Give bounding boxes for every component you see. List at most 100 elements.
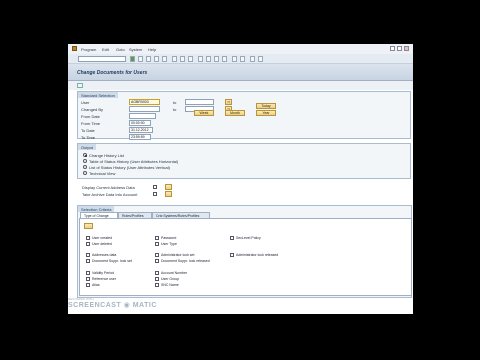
from-date-label: From Date [81, 114, 100, 119]
help-icon[interactable] [250, 56, 255, 62]
criteria-checkbox[interactable] [155, 271, 159, 275]
criteria-checkbox[interactable] [86, 259, 90, 263]
criteria-checkbox[interactable] [155, 259, 159, 263]
display-address-checkbox[interactable] [153, 185, 157, 189]
criteria-label: User Group [161, 277, 180, 281]
sap-menu-icon[interactable] [72, 46, 77, 51]
maximize-icon[interactable] [397, 46, 402, 51]
criteria-checkbox[interactable] [155, 277, 159, 281]
change-history-list-label: Change History List [89, 153, 124, 158]
table-status-history-radio[interactable] [83, 159, 87, 163]
menu-edit[interactable]: Edit [102, 47, 109, 52]
from-date-field[interactable] [129, 113, 156, 119]
week-button[interactable]: Week [194, 110, 214, 116]
criteria-label: Validity Period [92, 271, 115, 275]
to-time-field[interactable]: 23:59:59 [129, 134, 151, 140]
sap-window: Program Edit Goto System Help Change Doc… [68, 44, 413, 314]
type-of-change-panel: User created User deleted Addresses data… [79, 218, 412, 296]
minimize-icon[interactable] [390, 46, 395, 51]
page-title: Change Documents for Users [77, 70, 148, 76]
user-to-field[interactable] [185, 99, 214, 105]
criteria-checkbox[interactable] [86, 271, 90, 275]
table-status-history-label: Table of Status History (User Attributes… [89, 159, 179, 164]
changed-by-to-label: to [173, 107, 177, 112]
execute-icon[interactable] [77, 83, 83, 88]
standard-selection-group: Standard Selection User AGBR0003 to ⇒ Ch… [77, 91, 411, 140]
menu-help[interactable]: Help [148, 47, 156, 52]
display-address-info-button[interactable] [165, 184, 172, 190]
month-button[interactable]: Month [225, 110, 245, 116]
previous-page-icon[interactable] [206, 56, 211, 62]
criteria-checkbox[interactable] [155, 236, 159, 240]
from-time-field[interactable]: 00:00:00 [129, 120, 151, 126]
change-history-list-radio[interactable] [83, 153, 87, 157]
criteria-checkbox[interactable] [230, 253, 234, 257]
layout-icon[interactable] [258, 56, 263, 62]
criteria-label: User Type [161, 242, 177, 246]
criteria-checkbox[interactable] [155, 283, 159, 287]
new-session-icon[interactable] [232, 56, 237, 62]
technical-view-radio[interactable] [83, 171, 87, 175]
criteria-checkbox[interactable] [86, 283, 90, 287]
take-archive-info-button[interactable] [165, 191, 172, 197]
screencast-watermark: RECORDED WITH SCREENCAST ◉ MATIC [68, 297, 157, 309]
criteria-checkbox[interactable] [86, 277, 90, 281]
title-bar: Change Documents for Users [68, 64, 413, 81]
criteria-label: Administrator lock set [161, 253, 195, 257]
user-label: User [81, 100, 90, 105]
list-status-history-radio[interactable] [83, 165, 87, 169]
exit-icon[interactable] [154, 56, 159, 62]
display-address-label: Display Current Address Data [82, 185, 135, 190]
changed-by-field[interactable] [129, 106, 160, 112]
to-date-label: To Date [81, 128, 95, 133]
next-page-icon[interactable] [214, 56, 219, 62]
close-icon[interactable] [404, 46, 409, 51]
application-toolbar [68, 81, 413, 90]
criteria-label: SNC Name [161, 283, 179, 287]
user-multiple-selection-button[interactable]: ⇒ [225, 99, 232, 105]
print-icon[interactable] [172, 56, 177, 62]
output-group: Output Change History List Table of Stat… [77, 143, 411, 179]
criteria-checkbox[interactable] [155, 253, 159, 257]
shortcut-icon[interactable] [240, 56, 245, 62]
criteria-label: User deleted [92, 242, 112, 246]
criteria-checkbox[interactable] [155, 242, 159, 246]
cancel-icon[interactable] [162, 56, 167, 62]
find-next-icon[interactable] [188, 56, 193, 62]
criteria-checkbox[interactable] [86, 242, 90, 246]
list-status-history-label: List of Status History (User Attributes … [89, 165, 170, 170]
select-all-button[interactable] [84, 223, 93, 229]
enter-icon[interactable] [130, 56, 135, 62]
back-icon[interactable] [146, 56, 151, 62]
menu-goto[interactable]: Goto [116, 47, 125, 52]
command-field[interactable] [78, 56, 126, 62]
criteria-label: Account Number [161, 271, 188, 275]
last-page-icon[interactable] [222, 56, 227, 62]
criteria-label: Alias [92, 283, 100, 287]
criteria-checkbox[interactable] [86, 253, 90, 257]
criteria-label: Password [161, 236, 177, 240]
menu-program[interactable]: Program [81, 47, 96, 52]
criteria-label: Document Suppr. lock released [161, 259, 210, 263]
from-time-label: From Time [81, 121, 101, 126]
standard-selection-title: Standard Selection [78, 92, 118, 98]
to-date-field[interactable]: 31.12.2012 [129, 127, 153, 133]
criteria-label: User created [92, 236, 113, 240]
criteria-checkbox[interactable] [230, 236, 234, 240]
criteria-label: Addresses data [92, 253, 117, 257]
find-icon[interactable] [180, 56, 185, 62]
criteria-checkbox[interactable] [86, 236, 90, 240]
menu-system[interactable]: System [129, 47, 142, 52]
system-toolbar [68, 54, 413, 64]
today-button[interactable]: Today [256, 103, 276, 109]
technical-view-label: Technical View [89, 171, 116, 176]
take-archive-label: Take Archive Data Into Account [82, 192, 138, 197]
watermark-logo-text: SCREENCAST ◉ MATIC [68, 302, 157, 309]
take-archive-checkbox[interactable] [153, 192, 157, 196]
year-button[interactable]: Year [256, 110, 276, 116]
first-page-icon[interactable] [198, 56, 203, 62]
changed-by-label: Changed By [81, 107, 104, 112]
save-icon[interactable] [138, 56, 143, 62]
user-field[interactable]: AGBR0003 [129, 99, 160, 105]
to-time-label: To Time [81, 135, 96, 140]
